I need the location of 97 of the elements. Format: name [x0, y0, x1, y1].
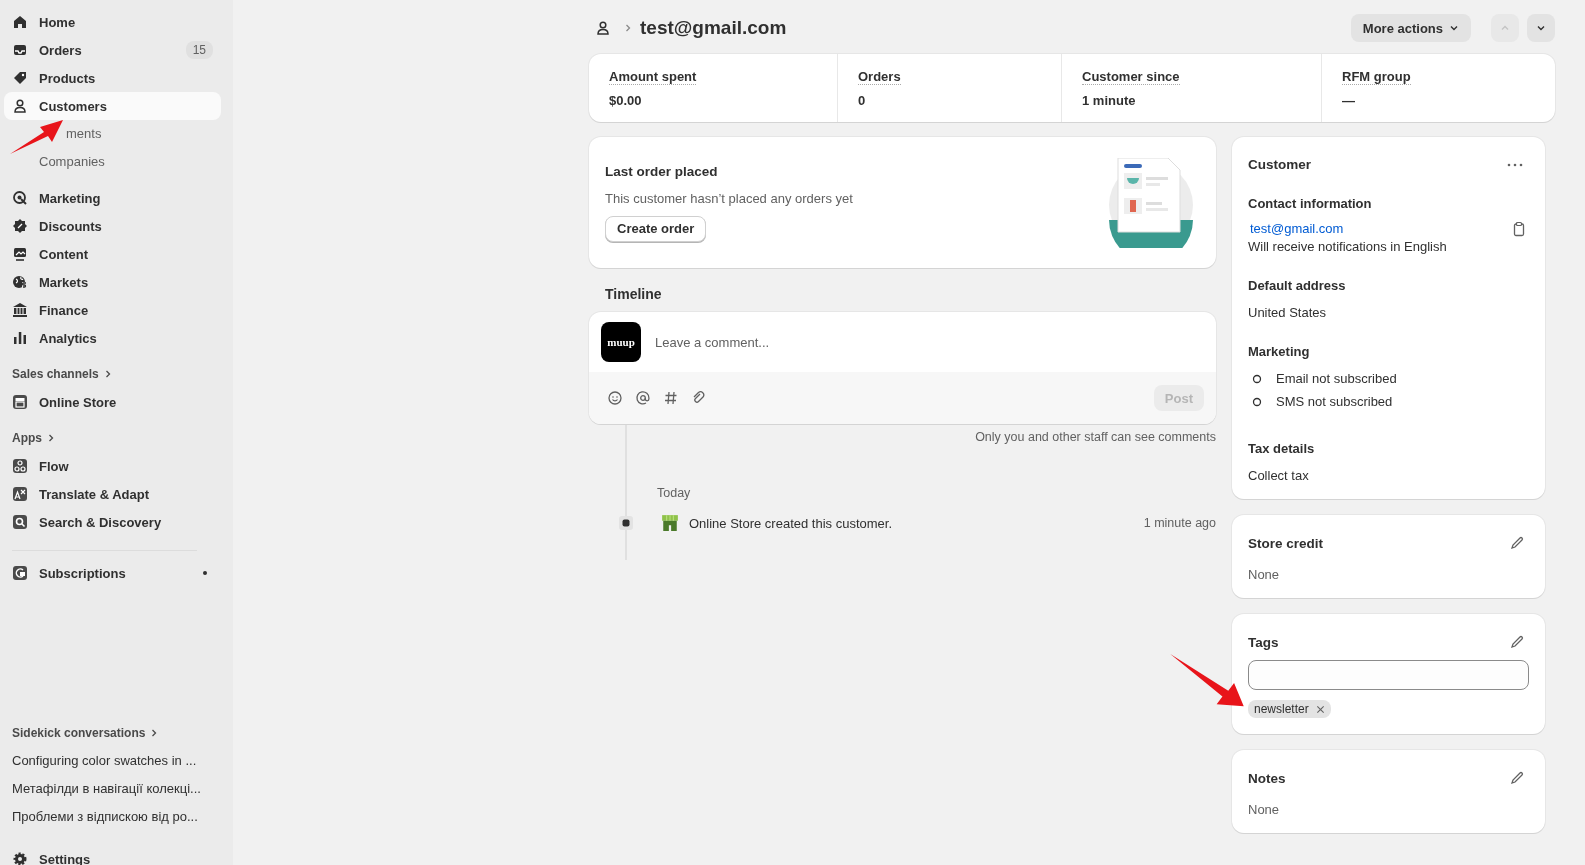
- stat-label: Orders: [858, 68, 901, 85]
- card-title: Notes: [1248, 770, 1286, 786]
- chevron-right-icon: [624, 24, 632, 32]
- nav-item[interactable]: Translate & Adapt: [4, 480, 221, 508]
- hashtag-icon[interactable]: [663, 390, 679, 406]
- store-avatar: muup: [601, 322, 641, 362]
- subscription-status: SMS not subscribed: [1276, 394, 1393, 409]
- store-icon: [661, 514, 679, 532]
- notes-value: None: [1248, 802, 1281, 817]
- stat-label: RFM group: [1342, 68, 1411, 85]
- nav-item[interactable]: Discounts: [4, 212, 221, 240]
- edit-icon[interactable]: [1509, 770, 1525, 786]
- nav-subitem[interactable]: ments: [4, 120, 221, 148]
- chart-icon: [12, 330, 28, 346]
- count-badge: 15: [185, 41, 213, 59]
- empty-message: This customer hasn’t placed any orders yet: [605, 190, 853, 206]
- target-icon: [12, 190, 28, 206]
- nav-item[interactable]: Search & Discovery: [4, 508, 221, 536]
- more-icon[interactable]: [1507, 162, 1523, 167]
- stat-label: Customer since: [1082, 68, 1180, 85]
- card-title: Last order placed: [605, 163, 719, 179]
- card-title: Store credit: [1248, 535, 1324, 551]
- nav-item[interactable]: Home: [4, 8, 221, 36]
- store-credit-value: None: [1248, 567, 1281, 582]
- nav-item[interactable]: Markets: [4, 268, 221, 296]
- conversation-link[interactable]: Проблеми з відпискою від ро...: [4, 803, 221, 831]
- subscription-status: Email not subscribed: [1276, 371, 1397, 386]
- store-icon: [12, 394, 28, 410]
- nav-item[interactable]: Finance: [4, 296, 221, 324]
- nav-item[interactable]: Customers: [4, 92, 221, 120]
- create-order-button[interactable]: Create order: [605, 215, 707, 242]
- nav-item[interactable]: Analytics: [4, 324, 221, 352]
- image-icon: [12, 246, 28, 262]
- app-icon: [12, 565, 28, 581]
- tags-field[interactable]: [1248, 660, 1529, 690]
- section-heading[interactable]: Sales channels: [4, 360, 221, 388]
- edit-icon[interactable]: [1509, 535, 1525, 551]
- nav-item[interactable]: Online Store: [4, 388, 221, 416]
- card-title: Tags: [1248, 634, 1279, 650]
- comment-field[interactable]: Leave a comment...: [653, 333, 1204, 351]
- event-text: Online Store created this customer.: [689, 515, 893, 531]
- section-heading[interactable]: Apps: [4, 424, 221, 452]
- stat-label: Amount spent: [609, 68, 697, 85]
- chevron-up-icon: [1500, 23, 1510, 33]
- stat-value: —: [1342, 92, 1356, 108]
- more-actions-button[interactable]: More actions: [1350, 14, 1471, 42]
- date-label: Today: [657, 486, 692, 500]
- nav-item[interactable]: Products: [4, 64, 221, 92]
- section-heading: Default address: [1248, 278, 1347, 293]
- tax-text: Collect tax: [1248, 468, 1310, 483]
- mention-icon[interactable]: [635, 390, 651, 406]
- attachment-icon[interactable]: [691, 390, 707, 406]
- section-title: Timeline: [605, 286, 663, 302]
- tag-icon: [12, 70, 28, 86]
- dot-icon: [203, 571, 207, 575]
- clipboard-icon[interactable]: [1511, 221, 1527, 237]
- chevron-right-icon: [47, 434, 55, 442]
- globe-icon: [12, 274, 28, 290]
- nav-item[interactable]: Marketing: [4, 184, 221, 212]
- nav-item[interactable]: Flow: [4, 452, 221, 480]
- stat-value: 0: [858, 92, 867, 108]
- card-title: Customer: [1248, 157, 1311, 172]
- chevron-right-icon: [103, 370, 112, 378]
- home-icon: [12, 14, 28, 30]
- event-time: 1 minute ago: [1143, 516, 1216, 530]
- bank-icon: [12, 302, 28, 318]
- edit-icon[interactable]: [1509, 634, 1525, 650]
- nav-subitem[interactable]: Companies: [4, 148, 221, 176]
- translate-icon: [12, 486, 28, 502]
- page-title: test@gmail.com: [640, 17, 787, 39]
- chevron-right-icon: [150, 729, 159, 737]
- conversation-link[interactable]: Метафілди в навігації колекці...: [4, 775, 221, 803]
- section-heading: Tax details: [1248, 441, 1316, 456]
- emoji-icon[interactable]: [607, 390, 623, 406]
- remove-icon[interactable]: [1315, 704, 1325, 714]
- language-note: Will receive notifications in English: [1248, 239, 1447, 254]
- badge-icon: [12, 218, 28, 234]
- inbox-icon: [12, 42, 28, 58]
- section-heading[interactable]: Sidekick conversations: [4, 719, 221, 747]
- search-icon: [12, 514, 28, 530]
- tag-label: newsletter: [1254, 702, 1309, 716]
- person-icon: [12, 98, 28, 114]
- nav-item[interactable]: Content: [4, 240, 221, 268]
- stat-value: $0.00: [609, 92, 643, 108]
- chevron-down-icon: [1449, 23, 1459, 33]
- stat-value: 1 minute: [1082, 92, 1137, 108]
- address-text: United States: [1248, 305, 1328, 320]
- nav-item[interactable]: Orders 15: [4, 36, 221, 64]
- email-link[interactable]: test@gmail.com: [1248, 221, 1447, 236]
- person-icon: [595, 20, 611, 36]
- nav-item[interactable]: Subscriptions: [4, 559, 221, 587]
- chevron-down-icon: [1536, 23, 1546, 33]
- flow-icon: [12, 458, 28, 474]
- comment-note: Only you and other staff can see comments: [975, 430, 1216, 444]
- section-heading: Contact information: [1248, 196, 1373, 211]
- conversation-link[interactable]: Configuring color swatches in ...: [4, 747, 221, 775]
- section-heading: Marketing: [1248, 344, 1311, 359]
